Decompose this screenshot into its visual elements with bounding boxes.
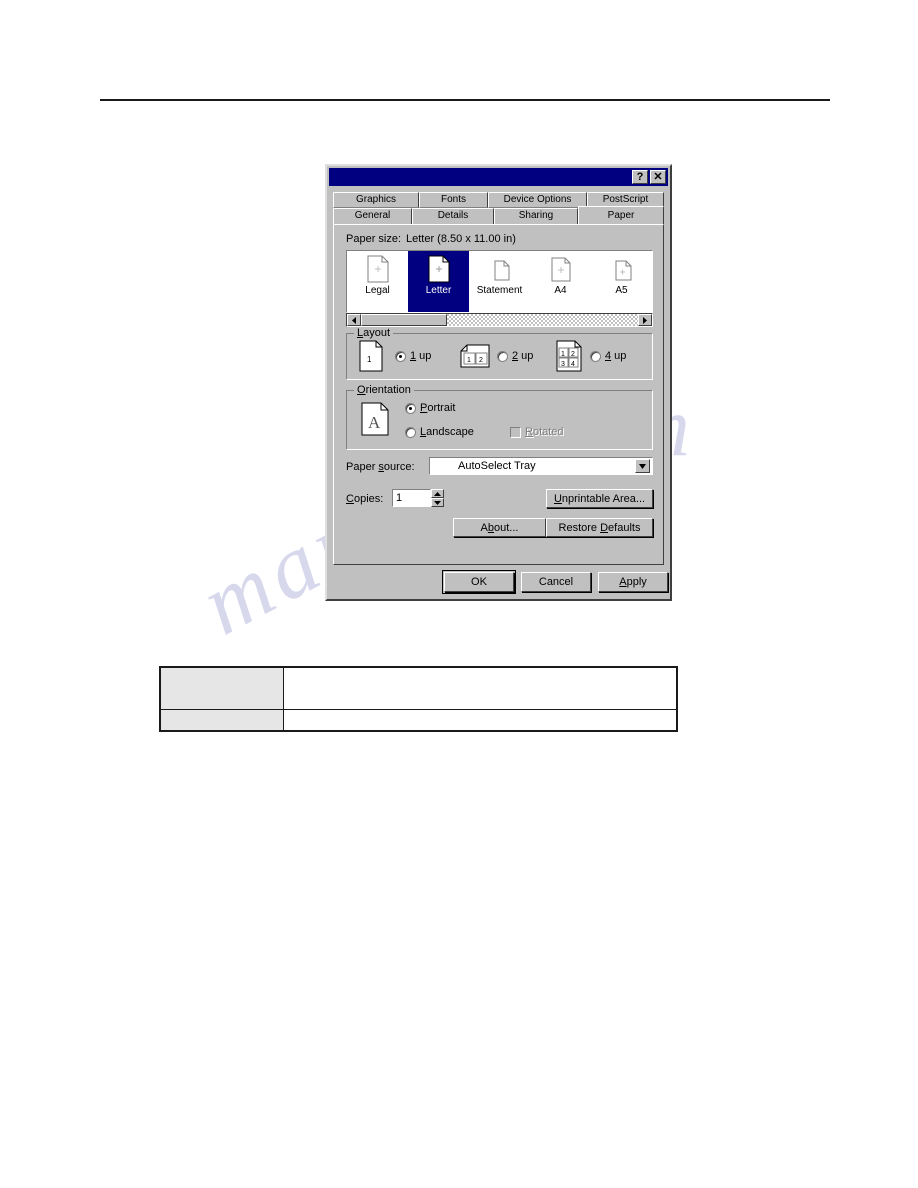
- about-label: About...: [480, 521, 519, 534]
- paper-source-value: AutoSelect Tray: [458, 460, 536, 472]
- page-icon: [550, 255, 572, 283]
- bottom-table: [159, 666, 678, 732]
- tab-sharing[interactable]: Sharing: [494, 208, 578, 224]
- svg-text:2: 2: [571, 351, 575, 358]
- dialog-titlebar: ? ✕: [329, 168, 668, 186]
- svg-text:4: 4: [571, 361, 575, 368]
- layout-preview-1up-icon: 1: [359, 340, 383, 375]
- tab-strip: Graphics Fonts Device Options PostScript…: [333, 192, 664, 224]
- layout-group: Layout 1 1 up 12 2 up 1234 4 up: [346, 327, 653, 380]
- svg-text:1: 1: [367, 355, 372, 364]
- cancel-button[interactable]: Cancel: [521, 572, 591, 592]
- paper-tab-panel: Paper size: Letter (8.50 x 11.00 in) Leg…: [333, 224, 664, 565]
- table-cell-value: [283, 666, 678, 710]
- copies-spin-buttons[interactable]: [431, 489, 444, 507]
- page-icon: [611, 255, 633, 283]
- table-row: [159, 666, 678, 710]
- scrollbar-thumb[interactable]: [361, 314, 447, 326]
- tab-device-options[interactable]: Device Options: [488, 192, 587, 208]
- apply-label: Apply: [619, 576, 647, 588]
- apply-button[interactable]: Apply: [598, 572, 668, 592]
- layout-option-4up-label: 4 up: [605, 350, 627, 362]
- radio-4up[interactable]: [590, 350, 601, 362]
- paper-size-item-label: Legal: [365, 285, 390, 296]
- scroll-left-icon[interactable]: [347, 314, 361, 326]
- copies-input[interactable]: 1: [392, 489, 431, 507]
- table-row: [159, 709, 678, 732]
- layout-preview-2up-icon: 12: [460, 344, 490, 371]
- chevron-down-icon[interactable]: [635, 459, 650, 473]
- radio-1up[interactable]: [395, 350, 406, 362]
- paper-size-item-legal[interactable]: Legal: [347, 251, 408, 312]
- restore-defaults-label: Restore Defaults: [558, 521, 641, 534]
- paper-size-item-label: A5: [615, 285, 628, 296]
- svg-text:1: 1: [561, 351, 565, 358]
- svg-text:1: 1: [467, 357, 471, 364]
- unprintable-area-label: Unprintable Area...: [553, 492, 646, 505]
- layout-option-4up[interactable]: 4 up: [590, 350, 626, 362]
- printer-properties-dialog: ? ✕ Graphics Fonts Device Options PostSc…: [325, 164, 672, 601]
- restore-defaults-button[interactable]: Restore Defaults: [546, 518, 653, 537]
- paper-size-value: Letter (8.50 x 11.00 in): [406, 233, 516, 245]
- table-cell-label: [159, 709, 284, 732]
- layout-group-title: Layout: [354, 327, 394, 339]
- radio-landscape[interactable]: [405, 426, 416, 438]
- orientation-portrait-label: Portrait: [420, 402, 456, 414]
- paper-size-item-a5[interactable]: A5: [591, 251, 652, 312]
- table-cell-value: [283, 709, 678, 732]
- layout-preview-4up-icon: 1234: [556, 340, 582, 375]
- layout-option-2up[interactable]: 2 up: [497, 350, 533, 362]
- page-icon: [489, 255, 511, 283]
- page-icon: [367, 255, 389, 283]
- radio-2up[interactable]: [497, 350, 508, 362]
- paper-size-item-label: Statement: [476, 285, 523, 296]
- tab-graphics[interactable]: Graphics: [333, 192, 419, 208]
- copies-label: Copies:: [346, 493, 384, 505]
- copies-stepper[interactable]: 1: [392, 489, 444, 507]
- orientation-landscape-label: Landscape: [420, 426, 474, 438]
- paper-size-item-label: Letter: [425, 285, 452, 296]
- spin-down-icon[interactable]: [431, 498, 444, 507]
- orientation-preview-icon: A: [361, 402, 389, 439]
- svg-text:3: 3: [561, 361, 565, 368]
- table-cell-label: [159, 666, 284, 710]
- paper-source-combobox[interactable]: AutoSelect Tray: [429, 457, 653, 475]
- orientation-group: Orientation A Portrait Landscape Rotated: [346, 384, 653, 450]
- scrollbar-track[interactable]: [447, 314, 638, 326]
- layout-option-2up-label: 2 up: [512, 350, 534, 362]
- ok-button[interactable]: OK: [442, 570, 516, 594]
- orientation-option-portrait[interactable]: Portrait: [405, 402, 455, 414]
- orientation-group-title: Orientation: [354, 384, 414, 396]
- paper-size-item-label: A4: [554, 285, 567, 296]
- checkbox-rotated: [510, 426, 521, 438]
- paper-size-listbox[interactable]: Legal Letter Statement A4 A5: [346, 250, 653, 313]
- help-button[interactable]: ?: [632, 170, 648, 184]
- svg-text:A: A: [368, 413, 381, 432]
- tab-details[interactable]: Details: [412, 208, 494, 224]
- close-icon[interactable]: ✕: [650, 170, 666, 184]
- tab-paper[interactable]: Paper: [578, 206, 664, 224]
- paper-size-label: Paper size:: [346, 233, 402, 245]
- radio-portrait[interactable]: [405, 402, 416, 414]
- orientation-option-landscape[interactable]: Landscape: [405, 426, 474, 438]
- paper-size-item-a4[interactable]: A4: [530, 251, 591, 312]
- page-icon: [428, 255, 450, 283]
- unprintable-area-button[interactable]: Unprintable Area...: [546, 489, 653, 508]
- about-button[interactable]: About...: [453, 518, 546, 537]
- orientation-option-rotated: Rotated: [510, 426, 564, 438]
- paper-size-item-letter[interactable]: Letter: [408, 251, 469, 312]
- page-header-rule: [100, 99, 830, 101]
- orientation-rotated-label: Rotated: [525, 426, 564, 438]
- tab-row-bottom: General Details Sharing Paper: [333, 206, 664, 224]
- paper-size-item-statement[interactable]: Statement: [469, 251, 530, 312]
- scroll-right-icon[interactable]: [638, 314, 652, 326]
- tab-fonts[interactable]: Fonts: [419, 192, 488, 208]
- svg-text:2: 2: [479, 357, 483, 364]
- layout-option-1up-label: 1 up: [410, 350, 432, 362]
- paper-size-scrollbar[interactable]: [346, 313, 653, 327]
- tab-general[interactable]: General: [333, 208, 412, 224]
- layout-option-1up[interactable]: 1 up: [395, 350, 431, 362]
- paper-source-label: Paper source:: [346, 461, 415, 473]
- spin-up-icon[interactable]: [431, 489, 444, 498]
